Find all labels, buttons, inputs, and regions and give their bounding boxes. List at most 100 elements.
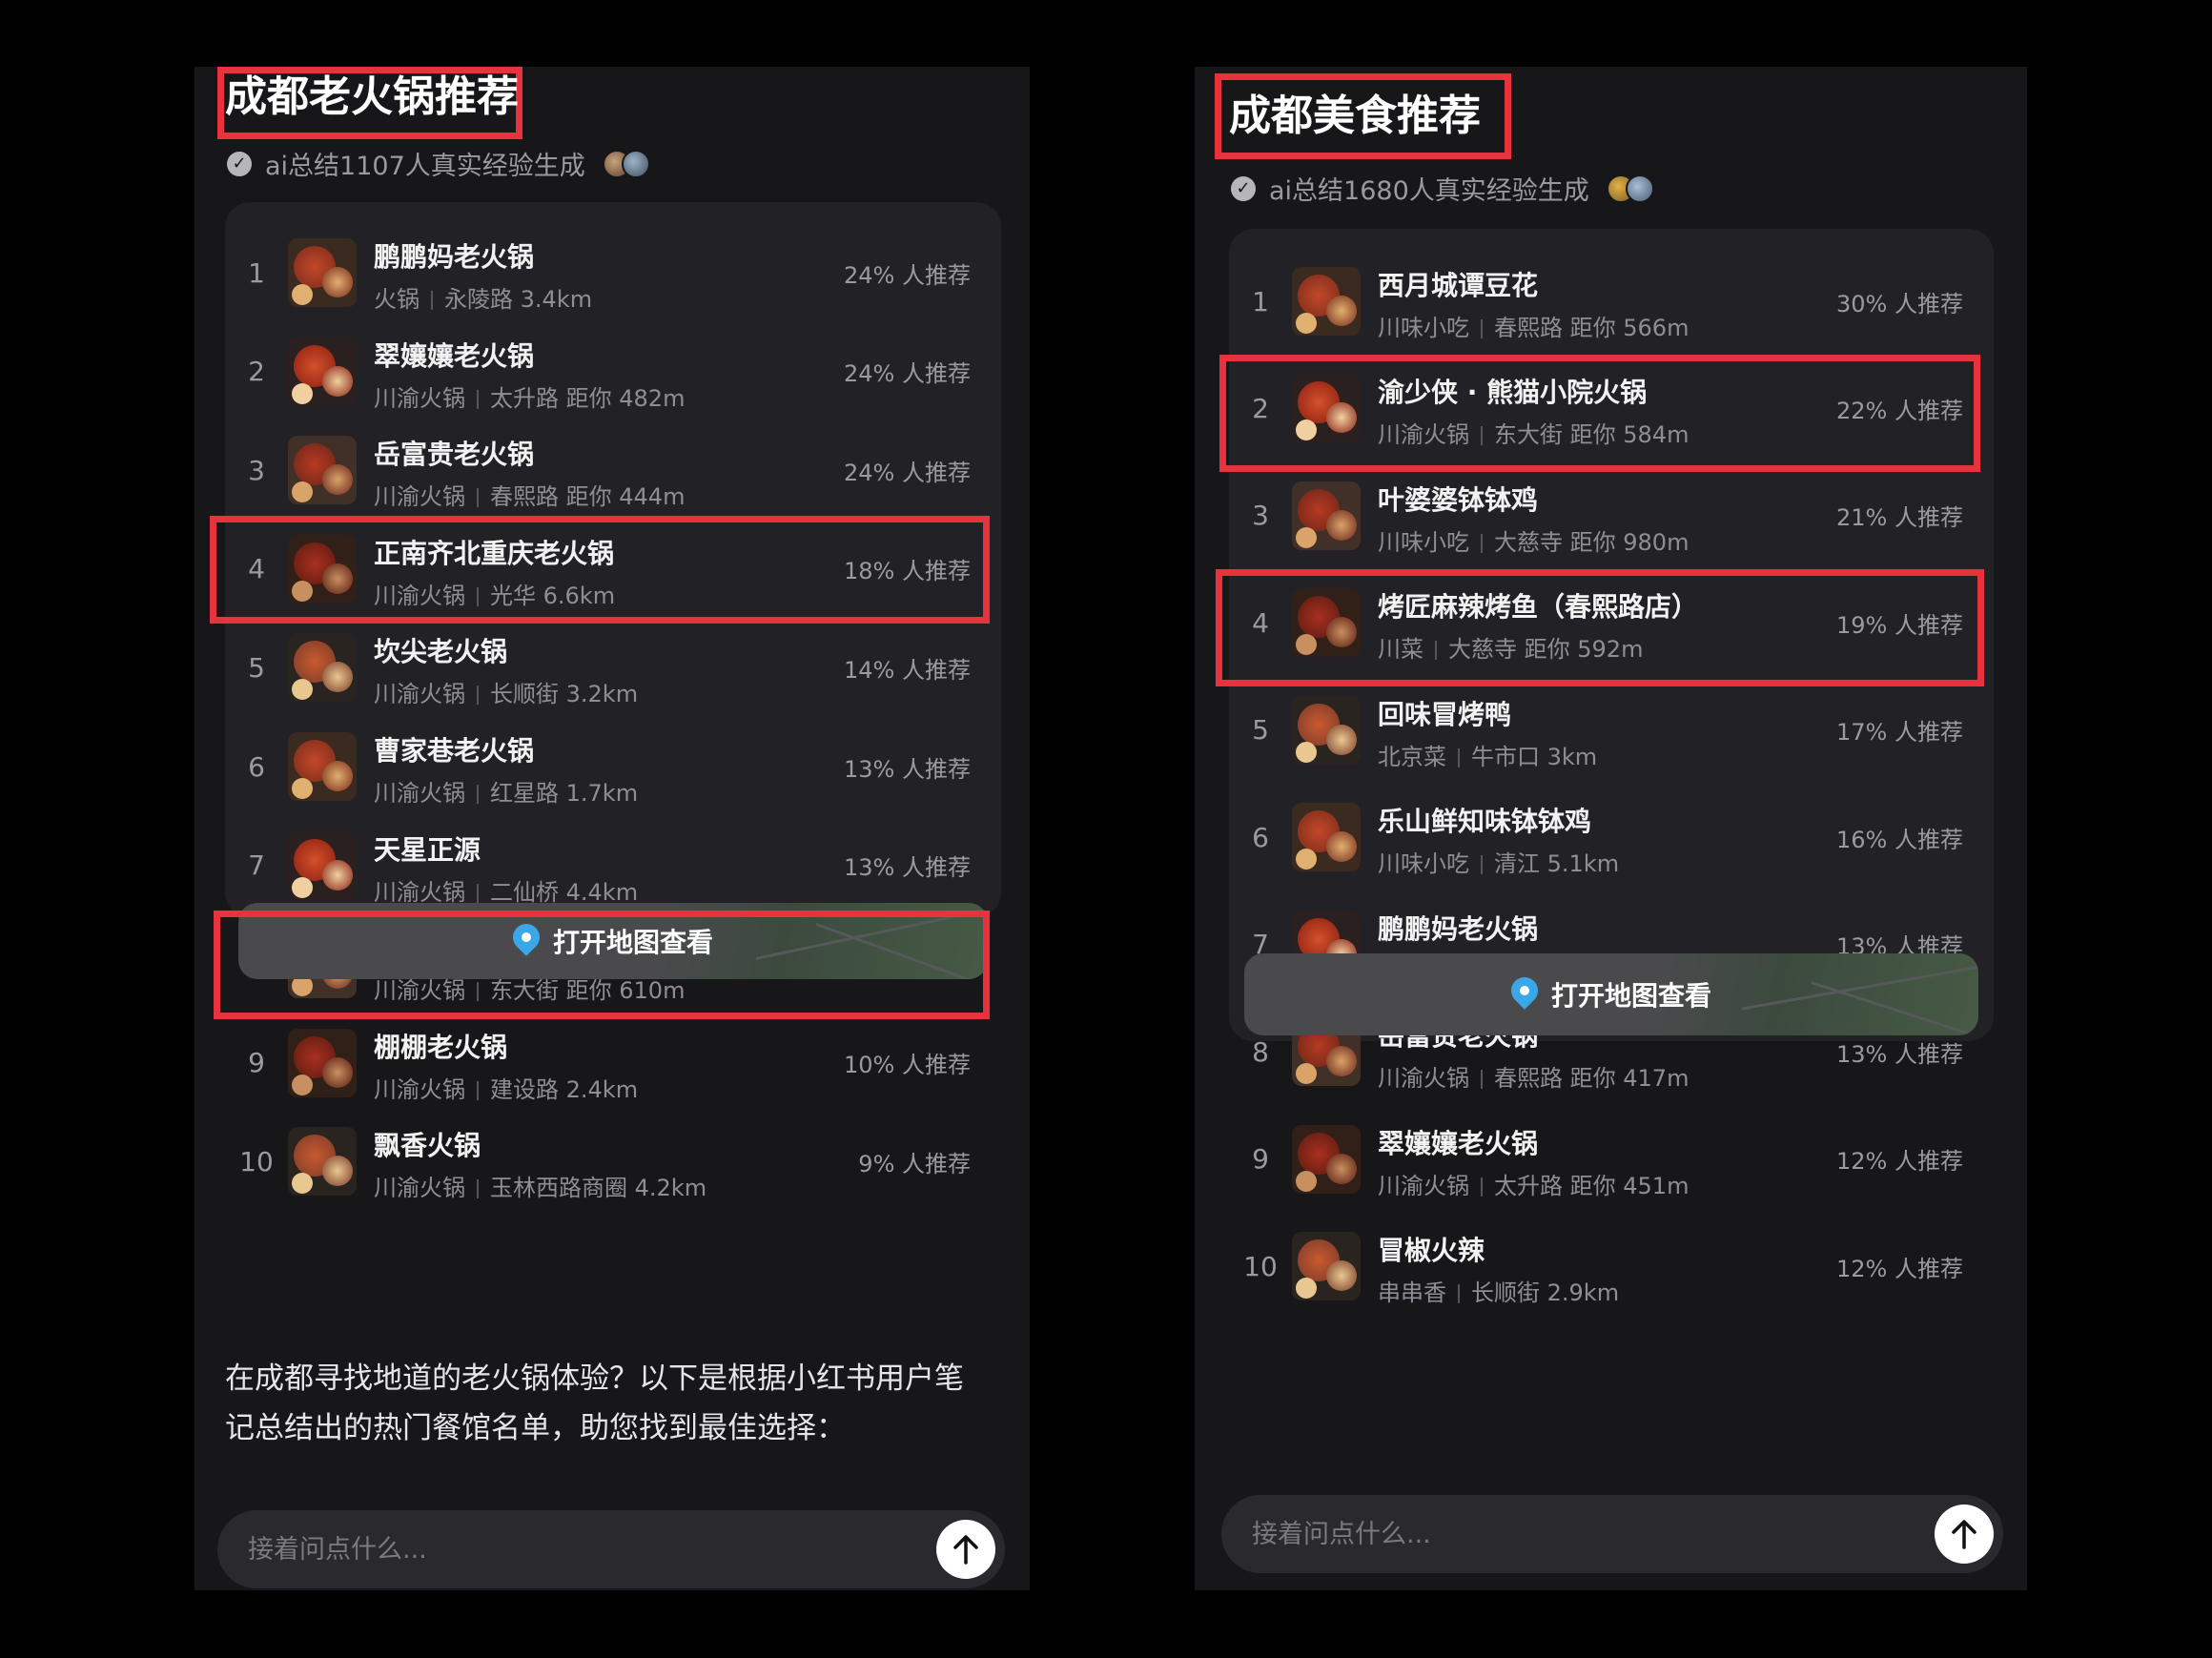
restaurant-photo bbox=[1292, 803, 1361, 872]
chat-input[interactable] bbox=[248, 1510, 800, 1588]
open-map-button[interactable]: 打开地图查看 bbox=[238, 903, 988, 979]
recommend-percent: 13% 人推荐 bbox=[844, 755, 971, 783]
restaurant-meta: 川渝火锅 春熙路 距你 444m bbox=[374, 478, 685, 511]
restaurant-category: 川渝火锅 bbox=[1378, 1065, 1469, 1093]
restaurant-name: 叶婆婆钵钵鸡 bbox=[1378, 483, 1539, 516]
recommendation-card: 1 西月城谭豆花 川味小吃 春熙路 距你 566m 30% 人推荐 2 渝少侠 · 熊猫小院… bbox=[1229, 229, 1994, 1306]
recommend-percent: 16% 人推荐 bbox=[1836, 826, 1963, 853]
restaurant-category: 川渝火锅 bbox=[374, 977, 465, 1005]
restaurant-row[interactable]: 5 回味冒烤鸭 北京菜 牛市口 3km 17% 人推荐 bbox=[1229, 681, 1994, 780]
restaurant-row[interactable]: 4 正南齐北重庆老火锅 川渝火锅 光华 6.6km 18% 人推荐 bbox=[225, 520, 1001, 619]
restaurant-category: 川渝火锅 bbox=[1378, 421, 1469, 449]
arrow-up-icon bbox=[953, 1535, 978, 1565]
recommendation-card: 1 鹏鹏妈老火锅 火锅 永陵路 3.4km 24% 人推荐 2 翠孃孃老火锅 川渝火锅 太升路 … bbox=[225, 202, 1001, 1201]
subtitle-text: ai总结1680人真实经验生成 bbox=[1269, 176, 1589, 206]
recommend-percent: 22% 人推荐 bbox=[1836, 397, 1963, 424]
restaurant-row[interactable]: 10 冒椒火辣串串香 长顺街 2.9km 12% 人推荐 bbox=[1229, 1217, 1994, 1316]
send-button[interactable] bbox=[1935, 1504, 1994, 1564]
restaurant-meta: 串串香 长顺街 2.9km bbox=[1378, 1274, 1619, 1307]
restaurant-row[interactable]: 2 翠孃孃老火锅 川渝火锅 太升路 距你 482m 24% 人推荐 bbox=[225, 322, 1001, 421]
restaurant-row[interactable]: 10 飘香火锅 川渝火锅 玉林西路商圈 4.2km 9% 人推荐 bbox=[225, 1112, 1001, 1211]
separator bbox=[477, 1080, 479, 1100]
restaurant-location: 大慈寺 距你 592m bbox=[1448, 636, 1644, 664]
restaurant-row[interactable]: 3 岳富贵老火锅 川渝火锅 春熙路 距你 444m 24% 人推荐 bbox=[225, 420, 1001, 520]
separator bbox=[1481, 426, 1483, 446]
restaurant-row[interactable]: 6 曹家巷老火锅 川渝火锅 红星路 1.7km 13% 人推荐 bbox=[225, 717, 1001, 816]
restaurant-meta: 川味小吃 春熙路 距你 566m bbox=[1378, 309, 1689, 342]
rank-number: 6 bbox=[1252, 821, 1269, 853]
right-screen: 成都美食推荐 ✓ ai总结1680人真实经验生成 1 西月城谭豆花 川味小吃 春熙路 … bbox=[1195, 67, 2027, 1590]
restaurant-name: 西月城谭豆花 bbox=[1378, 270, 1539, 301]
restaurant-row[interactable]: 7 天星正源 川渝火锅 二仙桥 4.4km 13% 人推荐 bbox=[225, 816, 1001, 915]
rank-number: 4 bbox=[1252, 606, 1269, 639]
recommend-percent: 12% 人推荐 bbox=[1836, 1255, 1963, 1282]
restaurant-name: 烤匠麻辣烤鱼（春熙路店） bbox=[1378, 591, 1699, 624]
restaurant-location: 春熙路 距你 444m bbox=[490, 483, 686, 511]
recommend-percent: 10% 人推荐 bbox=[844, 1052, 971, 1079]
restaurant-name: 棚棚老火锅 bbox=[374, 1031, 508, 1063]
restaurant-meta: 川渝火锅 红星路 1.7km bbox=[374, 774, 638, 808]
rank-number: 1 bbox=[248, 256, 265, 289]
restaurant-category: 川味小吃 bbox=[1378, 850, 1469, 878]
restaurant-location: 红星路 1.7km bbox=[490, 780, 639, 807]
restaurant-row[interactable]: 2 渝少侠 · 熊猫小院火锅 川渝火锅 东大街 距你 584m 22% 人推荐 bbox=[1229, 358, 1994, 458]
restaurant-location: 清江 5.1km bbox=[1494, 850, 1620, 878]
restaurant-meta: 川味小吃 清江 5.1km bbox=[1378, 845, 1619, 878]
restaurant-meta: 川渝火锅 太升路 距你 482m bbox=[374, 379, 685, 413]
rank-number: 1 bbox=[1252, 285, 1269, 317]
rank-number: 9 bbox=[1252, 1143, 1269, 1176]
restaurant-row[interactable]: 9 翠孃孃老火锅 川渝火锅 太升路 距你 451m 12% 人推荐 bbox=[1229, 1110, 1994, 1209]
recommend-percent: 21% 人推荐 bbox=[1836, 504, 1963, 532]
restaurant-row[interactable]: 1 鹏鹏妈老火锅 火锅 永陵路 3.4km 24% 人推荐 bbox=[225, 223, 1001, 322]
restaurant-row[interactable]: 6 乐山鲜知味钵钵鸡 川味小吃 清江 5.1km 16% 人推荐 bbox=[1229, 788, 1994, 887]
rank-number: 10 bbox=[1243, 1250, 1278, 1282]
restaurant-row[interactable]: 4 烤匠麻辣烤鱼（春熙路店） 川菜 大慈寺 距你 592m 19% 人推荐 bbox=[1229, 573, 1994, 672]
separator bbox=[477, 686, 479, 706]
rank-number: 9 bbox=[248, 1047, 265, 1079]
recommend-percent: 12% 人推荐 bbox=[1836, 1148, 1963, 1176]
recommend-percent: 24% 人推荐 bbox=[844, 459, 971, 486]
restaurant-photo bbox=[1292, 1124, 1361, 1194]
recommend-percent: 24% 人推荐 bbox=[844, 261, 971, 289]
separator bbox=[1481, 1070, 1483, 1090]
restaurant-name: 鹏鹏妈老火锅 bbox=[374, 241, 535, 273]
restaurant-photo bbox=[288, 830, 357, 900]
restaurant-name: 飘香火锅 bbox=[374, 1130, 481, 1162]
restaurant-location: 二仙桥 4.4km bbox=[490, 878, 639, 906]
restaurant-location: 大慈寺 距你 980m bbox=[1494, 528, 1690, 556]
restaurant-location: 长顺街 2.9km bbox=[1471, 1279, 1620, 1307]
restaurant-row[interactable]: 1 西月城谭豆花 川味小吃 春熙路 距你 566m 30% 人推荐 bbox=[1229, 252, 1994, 351]
restaurant-photo bbox=[288, 633, 357, 703]
restaurant-location: 东大街 距你 610m bbox=[490, 977, 686, 1005]
restaurant-category: 川渝火锅 bbox=[374, 1175, 465, 1202]
restaurant-name: 冒椒火辣 bbox=[1378, 1235, 1485, 1267]
rank-number: 4 bbox=[248, 553, 265, 585]
restaurant-photo bbox=[1292, 267, 1361, 336]
restaurant-row[interactable]: 9 棚棚老火锅 川渝火锅 建设路 2.4km 10% 人推荐 bbox=[225, 1013, 1001, 1113]
recommend-percent: 14% 人推荐 bbox=[844, 656, 971, 684]
separator bbox=[1481, 855, 1483, 875]
chat-input-bar bbox=[1221, 1495, 2003, 1573]
separator bbox=[477, 785, 479, 804]
restaurant-photo bbox=[288, 436, 357, 505]
page-title: 成都老火锅推荐 bbox=[225, 72, 519, 121]
restaurant-category: 北京菜 bbox=[1378, 743, 1446, 770]
check-circle-icon: ✓ bbox=[1231, 175, 1256, 201]
separator bbox=[477, 586, 479, 606]
restaurant-photo bbox=[1292, 588, 1361, 658]
restaurant-meta: 川渝火锅 东大街 距你 584m bbox=[1378, 416, 1689, 449]
open-map-button[interactable]: 打开地图查看 bbox=[1244, 953, 1978, 1035]
map-pin-icon bbox=[507, 918, 545, 958]
restaurant-category: 川味小吃 bbox=[1378, 528, 1469, 556]
restaurant-row[interactable]: 5 坎尖老火锅 川渝火锅 长顺街 3.2km 14% 人推荐 bbox=[225, 618, 1001, 717]
restaurant-photo bbox=[288, 1028, 357, 1097]
restaurant-row[interactable]: 3 叶婆婆钵钵鸡 川味小吃 大慈寺 距你 980m 21% 人推荐 bbox=[1229, 466, 1994, 565]
restaurant-category: 川味小吃 bbox=[1378, 315, 1469, 341]
intro-line-2: 记总结出的热门餐馆名单，助您找到最佳选择： bbox=[225, 1411, 846, 1445]
chat-input[interactable] bbox=[1252, 1495, 1799, 1573]
send-button[interactable] bbox=[936, 1520, 995, 1579]
separator bbox=[477, 883, 479, 903]
separator bbox=[1458, 1284, 1460, 1304]
restaurant-meta: 川渝火锅 二仙桥 4.4km bbox=[374, 873, 638, 907]
chat-input-bar bbox=[217, 1510, 1005, 1588]
